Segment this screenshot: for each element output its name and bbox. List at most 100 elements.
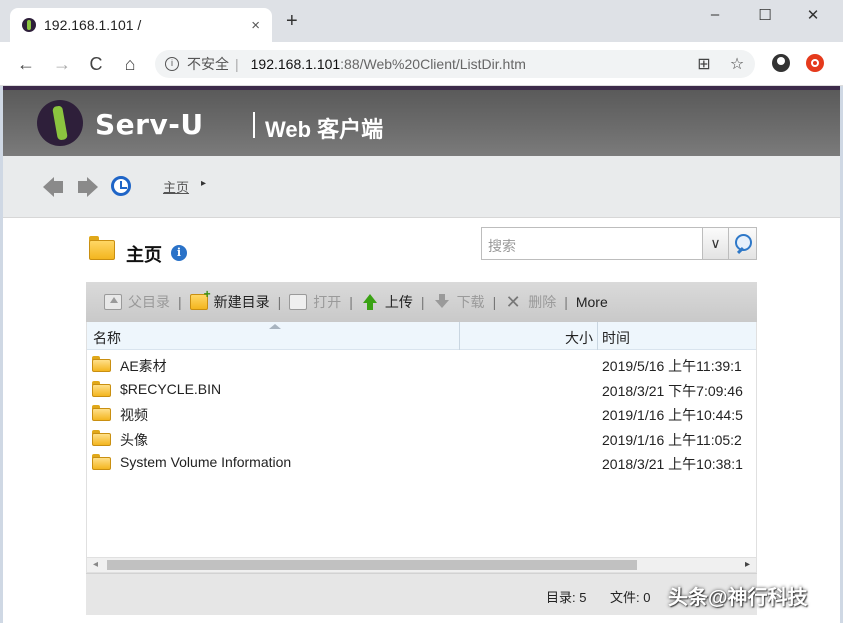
navigation-bar: 主页 ▸ bbox=[3, 156, 840, 218]
browser-tab-bar: 192.168.1.101 / × + – ☐ ✕ bbox=[0, 0, 843, 42]
history-clock-icon[interactable] bbox=[111, 176, 131, 196]
tab-close-icon[interactable]: × bbox=[251, 17, 260, 34]
window-close-icon[interactable]: ✕ bbox=[803, 6, 823, 24]
nav-forward-arrow-icon[interactable] bbox=[78, 176, 98, 198]
site-info-icon[interactable]: i bbox=[165, 57, 179, 71]
column-divider[interactable] bbox=[597, 322, 598, 350]
file-time: 2019/1/16 上午10:44:5 bbox=[602, 407, 743, 423]
search-button[interactable] bbox=[729, 227, 757, 260]
new-folder-icon bbox=[189, 287, 211, 310]
new-dir-button[interactable]: 新建目录 bbox=[189, 287, 270, 312]
file-name: 头像 bbox=[120, 431, 148, 448]
search-input[interactable]: 搜索 bbox=[481, 227, 703, 260]
scrollbar-thumb[interactable] bbox=[107, 560, 637, 570]
open-button[interactable]: 打开 bbox=[289, 292, 341, 312]
header-divider bbox=[253, 112, 255, 138]
column-header-size[interactable]: 大小 bbox=[527, 328, 593, 348]
delete-button[interactable]: ✕ 删除 bbox=[504, 292, 557, 312]
file-toolbar: 父目录 | 新建目录 | 打开 | 上传 | 下载 | ✕ 删除 | More bbox=[86, 282, 757, 322]
parent-dir-label: 父目录 bbox=[128, 294, 170, 310]
folder-icon bbox=[92, 356, 111, 372]
table-row[interactable]: 头像 2019/1/16 上午11:05:2 bbox=[87, 426, 756, 451]
delete-x-icon: ✕ bbox=[505, 292, 521, 312]
breadcrumb-caret-icon[interactable]: ▸ bbox=[201, 178, 206, 189]
upload-button[interactable]: 上传 bbox=[361, 292, 413, 312]
folder-icon bbox=[92, 380, 111, 397]
maximize-icon[interactable]: ☐ bbox=[755, 6, 775, 24]
column-header-name[interactable]: 名称 bbox=[93, 328, 121, 348]
file-time: 2019/5/16 上午11:39:1 bbox=[602, 358, 742, 374]
file-list: 名称 大小 时间 AE素材 2019/5/16 上午11:39:1 $RECYC… bbox=[86, 322, 757, 557]
servu-header: Serv-U Web 客户端 bbox=[3, 86, 840, 156]
open-label: 打开 bbox=[313, 294, 342, 310]
folder-icon bbox=[92, 454, 111, 470]
more-button[interactable]: More bbox=[576, 294, 608, 310]
open-folder-icon bbox=[289, 294, 308, 310]
translate-icon[interactable]: ⊞ bbox=[694, 54, 714, 74]
toolbar-separator: | bbox=[492, 294, 497, 310]
url-path: :88/Web%20Client/ListDir.htm bbox=[340, 56, 526, 72]
delete-label: 删除 bbox=[528, 294, 557, 310]
download-button[interactable]: 下载 bbox=[433, 292, 485, 312]
scroll-left-icon[interactable]: ◂ bbox=[93, 558, 98, 572]
url-separator: | bbox=[235, 56, 239, 72]
table-row[interactable]: System Volume Information 2018/3/21 上午10… bbox=[87, 450, 756, 475]
upload-arrow-icon bbox=[361, 294, 379, 310]
header-subtitle: Web 客户端 bbox=[265, 117, 384, 142]
parent-folder-icon bbox=[104, 294, 122, 310]
download-arrow-icon bbox=[433, 294, 451, 310]
forward-icon[interactable]: → bbox=[52, 54, 72, 74]
minimize-icon[interactable]: – bbox=[705, 6, 725, 23]
url-bar[interactable]: i 不安全 | 192.168.1.101 :88/Web%20Client/L… bbox=[155, 50, 755, 78]
file-name: System Volume Information bbox=[120, 454, 292, 470]
home-icon[interactable]: ⌂ bbox=[120, 54, 140, 74]
watermark-text: 头条@神行科技 bbox=[668, 587, 808, 609]
toolbar-separator: | bbox=[564, 294, 568, 310]
file-name: $RECYCLE.BIN bbox=[120, 380, 222, 397]
file-rows: AE素材 2019/5/16 上午11:39:1 $RECYCLE.BIN 20… bbox=[87, 352, 756, 475]
table-row[interactable]: AE素材 2019/5/16 上午11:39:1 bbox=[87, 352, 756, 377]
folder-icon bbox=[92, 429, 111, 446]
reload-icon[interactable]: C bbox=[86, 54, 106, 74]
status-bar: 目录: 5 文件: 0 bbox=[86, 573, 757, 615]
profile-icon[interactable] bbox=[772, 54, 790, 72]
bookmark-star-icon[interactable]: ☆ bbox=[727, 54, 747, 74]
search-dropdown-button[interactable]: ∨ bbox=[703, 227, 729, 260]
download-label: 下载 bbox=[456, 294, 485, 310]
directory-count: 目录: 5 bbox=[546, 590, 587, 605]
parent-dir-button[interactable]: 父目录 bbox=[104, 292, 170, 312]
horizontal-scrollbar[interactable]: ◂ ▸ bbox=[86, 557, 757, 573]
servu-logo-icon bbox=[37, 100, 83, 146]
address-toolbar: ← → C ⌂ i 不安全 | 192.168.1.101 :88/Web%20… bbox=[0, 42, 843, 86]
nav-back-arrow-icon[interactable] bbox=[43, 176, 63, 198]
extension-icon[interactable] bbox=[806, 54, 824, 72]
browser-tab[interactable]: 192.168.1.101 / × bbox=[10, 8, 272, 42]
new-tab-icon[interactable]: + bbox=[286, 10, 298, 33]
toolbar-separator: | bbox=[349, 294, 353, 310]
column-divider[interactable] bbox=[459, 322, 460, 350]
breadcrumb-home-link[interactable]: 主页 bbox=[163, 177, 189, 196]
sort-ascending-icon bbox=[269, 324, 281, 329]
new-dir-label: 新建目录 bbox=[213, 294, 270, 310]
folder-icon bbox=[92, 405, 111, 421]
page-title: 主页 bbox=[126, 245, 162, 265]
folder-icon bbox=[89, 236, 115, 260]
column-header-row: 名称 大小 时间 bbox=[87, 322, 756, 350]
servu-favicon-icon bbox=[22, 18, 36, 32]
file-time: 2019/1/16 上午11:05:2 bbox=[602, 431, 742, 448]
brand-name: Serv-U bbox=[95, 108, 204, 141]
file-count: 文件: 0 bbox=[610, 590, 651, 605]
scroll-right-icon[interactable]: ▸ bbox=[745, 558, 750, 572]
upload-label: 上传 bbox=[384, 294, 413, 310]
more-label: More bbox=[575, 294, 608, 310]
folder-info-icon[interactable]: i bbox=[171, 245, 187, 261]
url-host: 192.168.1.101 bbox=[250, 56, 341, 72]
back-icon[interactable]: ← bbox=[16, 54, 36, 74]
table-row[interactable]: 视频 2019/1/16 上午10:44:5 bbox=[87, 401, 756, 426]
toolbar-separator: | bbox=[178, 294, 182, 310]
security-label: 不安全 bbox=[187, 56, 229, 72]
tab-title: 192.168.1.101 / bbox=[44, 17, 142, 33]
table-row[interactable]: $RECYCLE.BIN 2018/3/21 下午7:09:46 bbox=[87, 377, 756, 402]
column-header-time[interactable]: 时间 bbox=[602, 328, 630, 348]
file-time: 2018/3/21 下午7:09:46 bbox=[602, 382, 743, 399]
